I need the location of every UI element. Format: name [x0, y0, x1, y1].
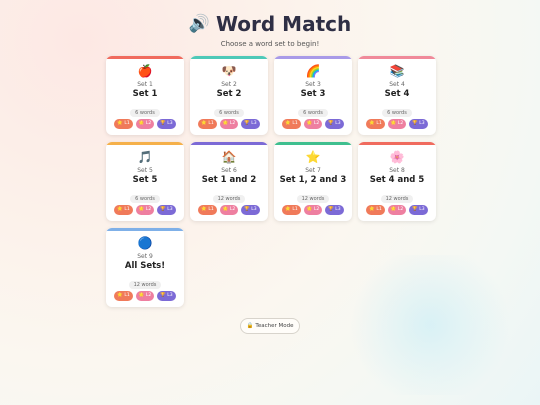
level-3-button[interactable]: 🏆 L3 [241, 119, 260, 129]
card-accent-bar [106, 56, 184, 59]
word-set-card[interactable]: 🎵 Set 5 Set 5 6 words ⭐ L1 🌟 L2 🏆 L3 [106, 142, 184, 221]
header: 🔊 Word Match Choose a word set to begin! [0, 10, 540, 48]
level-buttons: ⭐ L1 🌟 L2 🏆 L3 [106, 291, 184, 301]
word-count-badge: 6 words [382, 109, 412, 117]
set-emoji-icon: 🏠 [221, 150, 237, 164]
set-name: Set 3 [300, 89, 326, 99]
word-set-card[interactable]: 🐶 Set 2 Set 2 6 words ⭐ L1 🌟 L2 🏆 L3 [190, 56, 268, 135]
level-1-button[interactable]: ⭐ L1 [366, 205, 385, 215]
level-2-button[interactable]: 🌟 L2 [219, 205, 239, 215]
level-3-button[interactable]: 🏆 L3 [157, 291, 176, 301]
set-name: Set 4 [384, 89, 410, 99]
teacher-mode-button[interactable]: 🔒 Teacher Mode [240, 318, 300, 334]
set-name: Set 1 and 2 [201, 175, 257, 185]
set-emoji-icon: 📚 [389, 64, 405, 78]
level-3-button[interactable]: 🏆 L3 [157, 205, 176, 215]
page-title: 🔊 Word Match [189, 10, 351, 38]
level-buttons: ⭐ L1 🌟 L2 🏆 L3 [190, 205, 268, 215]
level-2-button[interactable]: 🌟 L2 [219, 119, 239, 129]
word-count-badge: 6 words [130, 195, 160, 203]
set-number-label: Set 7 [305, 167, 321, 174]
set-number-label: Set 3 [305, 81, 321, 88]
level-3-button[interactable]: 🏆 L3 [409, 119, 428, 129]
set-number-label: Set 2 [221, 81, 237, 88]
set-name: Set 2 [216, 89, 242, 99]
level-1-button[interactable]: ⭐ L1 [198, 205, 217, 215]
level-buttons: ⭐ L1 🌟 L2 🏆 L3 [190, 119, 268, 129]
word-count-badge: 12 words [380, 195, 414, 203]
level-1-button[interactable]: ⭐ L1 [198, 119, 217, 129]
word-count-badge: 6 words [214, 109, 244, 117]
speaker-icon: 🔊 [188, 14, 210, 34]
word-count-badge: 6 words [130, 109, 160, 117]
level-2-button[interactable]: 🌟 L2 [303, 119, 323, 129]
set-emoji-icon: ⭐ [305, 150, 321, 164]
word-count-badge: 12 words [296, 195, 330, 203]
word-count-badge: 12 words [212, 195, 246, 203]
set-emoji-icon: 🔵 [137, 236, 153, 250]
word-set-card[interactable]: 🌸 Set 8 Set 4 and 5 12 words ⭐ L1 🌟 L2 🏆… [358, 142, 436, 221]
set-number-label: Set 4 [389, 81, 405, 88]
word-set-card[interactable]: 🔵 Set 9 All Sets! 12 words ⭐ L1 🌟 L2 🏆 L… [106, 228, 184, 307]
card-accent-bar [106, 228, 184, 231]
level-3-button[interactable]: 🏆 L3 [157, 119, 176, 129]
level-buttons: ⭐ L1 🌟 L2 🏆 L3 [106, 119, 184, 129]
word-set-card[interactable]: 🍎 Set 1 Set 1 6 words ⭐ L1 🌟 L2 🏆 L3 [106, 56, 184, 135]
word-set-card[interactable]: ⭐ Set 7 Set 1, 2 and 3 12 words ⭐ L1 🌟 L… [274, 142, 352, 221]
set-emoji-icon: 🐶 [221, 64, 237, 78]
level-buttons: ⭐ L1 🌟 L2 🏆 L3 [358, 119, 436, 129]
lock-icon: 🔒 [246, 323, 254, 329]
card-accent-bar [358, 56, 436, 59]
word-count-badge: 6 words [298, 109, 328, 117]
set-number-label: Set 6 [221, 167, 237, 174]
level-1-button[interactable]: ⭐ L1 [114, 291, 133, 301]
page-subtitle: Choose a word set to begin! [220, 40, 320, 48]
word-count-badge: 12 words [128, 281, 162, 289]
background-decoration [340, 255, 520, 395]
set-emoji-icon: 🍎 [137, 64, 153, 78]
card-accent-bar [190, 142, 268, 145]
page-title-text: Word Match [215, 12, 352, 36]
level-2-button[interactable]: 🌟 L2 [135, 119, 155, 129]
card-accent-bar [106, 142, 184, 145]
set-number-label: Set 8 [389, 167, 405, 174]
card-accent-bar [274, 56, 352, 59]
level-buttons: ⭐ L1 🌟 L2 🏆 L3 [358, 205, 436, 215]
level-3-button[interactable]: 🏆 L3 [325, 205, 344, 215]
level-3-button[interactable]: 🏆 L3 [325, 119, 344, 129]
word-set-card[interactable]: 🏠 Set 6 Set 1 and 2 12 words ⭐ L1 🌟 L2 🏆… [190, 142, 268, 221]
set-name: All Sets! [124, 261, 166, 271]
level-buttons: ⭐ L1 🌟 L2 🏆 L3 [106, 205, 184, 215]
teacher-mode-label: Teacher Mode [255, 323, 294, 329]
word-set-card[interactable]: 🌈 Set 3 Set 3 6 words ⭐ L1 🌟 L2 🏆 L3 [274, 56, 352, 135]
set-number-label: Set 5 [137, 167, 153, 174]
level-buttons: ⭐ L1 🌟 L2 🏆 L3 [274, 119, 352, 129]
set-number-label: Set 9 [137, 253, 153, 260]
level-1-button[interactable]: ⭐ L1 [282, 119, 301, 129]
card-accent-bar [274, 142, 352, 145]
level-1-button[interactable]: ⭐ L1 [114, 119, 133, 129]
set-number-label: Set 1 [137, 81, 153, 88]
set-emoji-icon: 🌸 [389, 150, 405, 164]
level-2-button[interactable]: 🌟 L2 [135, 291, 155, 301]
set-emoji-icon: 🎵 [137, 150, 153, 164]
level-buttons: ⭐ L1 🌟 L2 🏆 L3 [274, 205, 352, 215]
card-accent-bar [190, 56, 268, 59]
word-set-card[interactable]: 📚 Set 4 Set 4 6 words ⭐ L1 🌟 L2 🏆 L3 [358, 56, 436, 135]
set-name: Set 1 [132, 89, 158, 99]
set-name: Set 1, 2 and 3 [279, 175, 347, 185]
level-1-button[interactable]: ⭐ L1 [366, 119, 385, 129]
set-name: Set 5 [132, 175, 158, 185]
level-2-button[interactable]: 🌟 L2 [303, 205, 323, 215]
set-emoji-icon: 🌈 [305, 64, 321, 78]
level-2-button[interactable]: 🌟 L2 [387, 205, 407, 215]
level-2-button[interactable]: 🌟 L2 [387, 119, 407, 129]
level-3-button[interactable]: 🏆 L3 [241, 205, 260, 215]
level-1-button[interactable]: ⭐ L1 [114, 205, 133, 215]
level-1-button[interactable]: ⭐ L1 [282, 205, 301, 215]
level-3-button[interactable]: 🏆 L3 [409, 205, 428, 215]
set-name: Set 4 and 5 [369, 175, 425, 185]
card-accent-bar [358, 142, 436, 145]
level-2-button[interactable]: 🌟 L2 [135, 205, 155, 215]
